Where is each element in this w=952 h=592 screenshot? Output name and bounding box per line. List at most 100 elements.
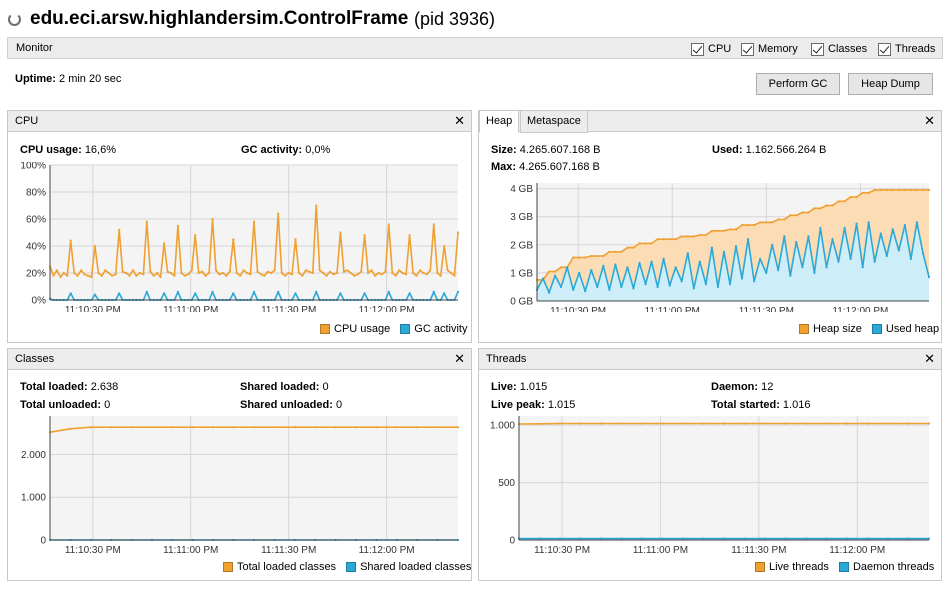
cpu-usage-point bbox=[384, 270, 387, 273]
total-loaded-classes-point bbox=[436, 426, 439, 429]
heap-used-label: Used: bbox=[712, 144, 743, 156]
heap-size-point bbox=[771, 221, 774, 224]
cpu-usage-point bbox=[318, 269, 321, 272]
cpu-usage-point bbox=[398, 269, 401, 272]
heap-size-point bbox=[548, 270, 551, 273]
heap-size-point bbox=[765, 221, 768, 224]
checkbox-checked-icon[interactable] bbox=[811, 42, 824, 56]
heap-size-point bbox=[596, 254, 599, 258]
cpu-usage-point bbox=[363, 234, 366, 237]
used-heap-point bbox=[909, 257, 912, 260]
close-icon[interactable]: ✕ bbox=[924, 113, 935, 129]
checkbox-checked-icon[interactable] bbox=[691, 42, 704, 56]
cpu-checkbox[interactable]: CPU bbox=[691, 41, 731, 57]
used-heap-point bbox=[668, 284, 671, 287]
cpu-usage-point bbox=[73, 271, 76, 275]
used-heap-point bbox=[704, 283, 707, 286]
memory-checkbox[interactable]: Memory bbox=[741, 41, 798, 57]
x-tick-label: 11:12:00 PM bbox=[829, 545, 885, 556]
total-loaded-classes-point bbox=[150, 426, 154, 429]
shared-loaded-value: 0 bbox=[322, 381, 329, 393]
total-loaded-classes-point bbox=[232, 426, 235, 429]
legend-gc-activity: GC activity bbox=[414, 323, 468, 335]
checkbox-checked-icon[interactable] bbox=[741, 42, 754, 56]
cpu-usage-point bbox=[450, 271, 453, 275]
heap-size-point bbox=[927, 188, 931, 192]
used-heap-point bbox=[783, 235, 786, 238]
used-heap-point bbox=[662, 257, 665, 260]
total-loaded-classes-point bbox=[354, 426, 358, 429]
threads-checkbox[interactable]: Threads bbox=[878, 41, 935, 57]
cpu-usage-point bbox=[135, 274, 138, 277]
perform-gc-button[interactable]: Perform GC bbox=[756, 73, 840, 95]
used-heap-point bbox=[861, 266, 864, 269]
x-tick-label: 11:11:30 PM bbox=[739, 306, 794, 312]
heap-size-point bbox=[656, 238, 659, 241]
daemon-threads-point bbox=[661, 537, 664, 540]
live-peak-stat: Live peak: 1.015 bbox=[491, 399, 575, 411]
used-heap-point bbox=[740, 277, 744, 280]
daemon-threads-point bbox=[681, 537, 685, 540]
cpu-usage-point bbox=[418, 269, 422, 272]
used-heap-point bbox=[686, 252, 689, 255]
cpu-usage-value: 16,6% bbox=[84, 144, 117, 156]
heap-size-point bbox=[759, 221, 762, 224]
daemon-threads-point bbox=[804, 537, 808, 540]
cpu-usage-point bbox=[239, 274, 242, 277]
heap-size-point bbox=[789, 214, 792, 217]
heap-size-point bbox=[801, 211, 804, 214]
used-heap-point bbox=[632, 287, 635, 290]
total-loaded-classes-point bbox=[252, 426, 256, 429]
gc-activity-point bbox=[277, 290, 280, 293]
used-heap-point bbox=[813, 271, 816, 274]
x-tick-label: 11:11:00 PM bbox=[633, 545, 688, 556]
total-unloaded-label: Total unloaded: bbox=[20, 399, 102, 411]
legend-swatch-orange bbox=[799, 324, 809, 334]
cpu-usage-point bbox=[242, 269, 245, 272]
live-label: Live: bbox=[491, 381, 517, 393]
cpu-usage-point bbox=[194, 234, 197, 237]
gc-activity-point bbox=[118, 292, 121, 295]
daemon-threads-point bbox=[579, 537, 582, 540]
heap-size-point bbox=[819, 207, 822, 210]
cpu-usage-point bbox=[349, 271, 352, 275]
cpu-usage-point bbox=[145, 220, 148, 223]
used-heap-point bbox=[626, 266, 629, 269]
live-value: 1.015 bbox=[519, 381, 548, 393]
threads-panel-title: Threads bbox=[486, 353, 527, 365]
cpu-usage-label: CPU usage: bbox=[20, 144, 82, 156]
heap-dump-button[interactable]: Heap Dump bbox=[848, 73, 933, 95]
close-icon[interactable]: ✕ bbox=[454, 351, 465, 367]
legend-swatch-blue bbox=[838, 562, 849, 572]
close-icon[interactable]: ✕ bbox=[924, 351, 935, 367]
gc-activity-point bbox=[363, 292, 366, 295]
used-heap-point bbox=[674, 266, 677, 269]
tab-metaspace[interactable]: Metaspace bbox=[520, 110, 588, 133]
cpu-usage-point bbox=[425, 273, 428, 276]
classes-chart-svg: 0 1.000 2.000 11:10:30 PM 11:11:00 PM 11:11:3… bbox=[21, 416, 460, 556]
legend-swatch-blue bbox=[400, 324, 411, 334]
heap-size-point bbox=[704, 233, 707, 237]
classes-checkbox[interactable]: Classes bbox=[811, 41, 867, 57]
daemon-threads-point bbox=[886, 537, 890, 540]
live-threads-point bbox=[681, 422, 685, 425]
cpu-usage-point bbox=[308, 270, 311, 273]
heap-size-point bbox=[831, 204, 834, 207]
cpu-usage-point bbox=[273, 269, 276, 272]
cpu-usage-point bbox=[80, 269, 83, 272]
used-heap-point bbox=[548, 291, 551, 294]
checkbox-checked-icon[interactable] bbox=[878, 42, 891, 56]
cpu-usage-point bbox=[228, 270, 231, 273]
heap-size-point bbox=[783, 218, 786, 221]
live-threads-point bbox=[702, 422, 705, 425]
heap-size-point bbox=[578, 256, 581, 259]
shared-loaded-stat: Shared loaded: 0 bbox=[240, 381, 329, 393]
heap-size-point bbox=[728, 228, 732, 231]
tab-heap[interactable]: Heap bbox=[479, 110, 520, 133]
daemon-threads-point bbox=[640, 537, 644, 540]
cpu-usage-point bbox=[297, 271, 300, 275]
used-heap-point bbox=[692, 287, 695, 290]
uptime-value: 2 min 20 sec bbox=[59, 73, 122, 85]
total-loaded-classes-point bbox=[395, 426, 398, 429]
close-icon[interactable]: ✕ bbox=[454, 113, 465, 129]
